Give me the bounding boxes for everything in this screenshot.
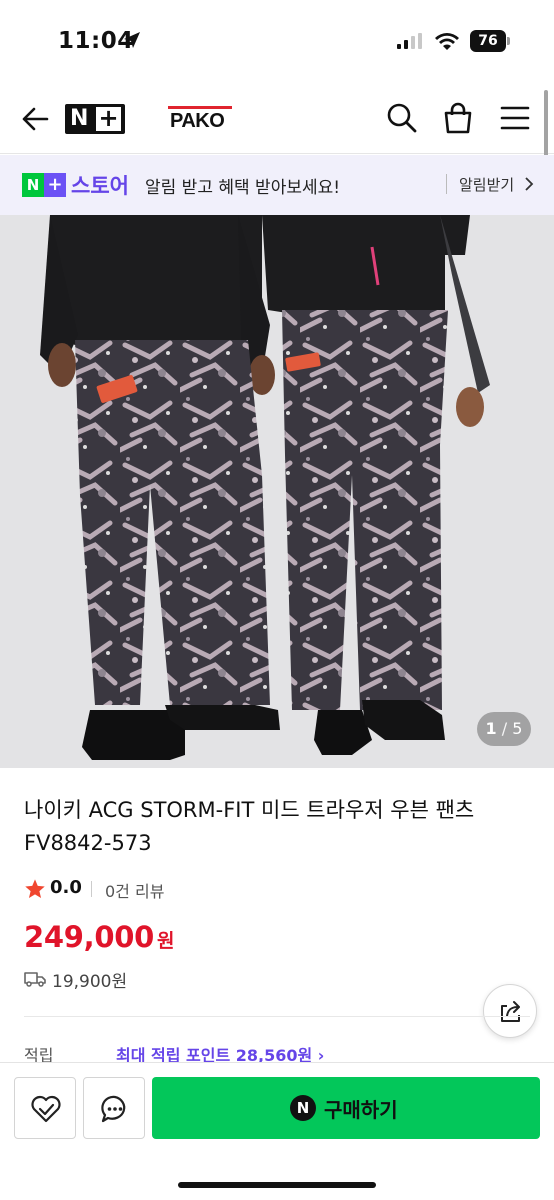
product-price: 249,000 원 (24, 920, 174, 954)
heart-check-icon (31, 1095, 61, 1123)
product-title: 나이키 ACG STORM-FIT 미드 트라우저 우븐 팬츠 FV8842-5… (24, 798, 475, 855)
wifi-icon (435, 33, 459, 50)
divider (24, 1016, 530, 1017)
chevron-right-icon[interactable] (524, 177, 534, 191)
talktalk-chat-button[interactable] (83, 1077, 145, 1139)
rating-score: 0.0 (50, 877, 82, 898)
store-brand-logo[interactable]: PAKO (168, 106, 232, 134)
location-arrow-icon (124, 32, 140, 48)
price-unit: 원 (157, 930, 175, 952)
store-name: 스토어 (71, 174, 129, 198)
price-amount: 249,000 (24, 920, 154, 954)
home-indicator[interactable] (178, 1182, 376, 1188)
chat-bubble-icon (101, 1095, 126, 1123)
shopping-bag-icon[interactable] (442, 101, 474, 135)
star-icon (25, 879, 45, 898)
share-button[interactable] (483, 984, 537, 1038)
cellular-signal-icon (397, 33, 422, 49)
battery-icon: 76 (470, 30, 510, 52)
naver-pay-badge: N (290, 1095, 316, 1121)
bottom-action-bar: N 구매하기 (0, 1062, 554, 1200)
shipping-fee: 19,900원 (52, 972, 128, 992)
product-photo-illustration (0, 215, 554, 768)
search-icon[interactable] (386, 102, 418, 134)
battery-level: 76 (470, 30, 506, 52)
back-arrow-icon[interactable] (20, 104, 50, 134)
wishlist-button[interactable] (14, 1077, 76, 1139)
product-image[interactable] (0, 215, 554, 768)
notification-subscribe-link[interactable]: 알림받기 (459, 174, 514, 195)
banner-message: 알림 받고 혜택 받아보세요! (145, 178, 341, 198)
naver-plus-store-logo: N + (22, 173, 66, 197)
share-icon (501, 1001, 520, 1022)
store-brand-name: PAKO (170, 110, 225, 132)
top-navigation: N+ N + PAKO (0, 84, 554, 154)
buy-now-label: 구매하기 (324, 1098, 398, 1122)
status-bar: 11:04 76 (0, 0, 554, 84)
store-notification-banner[interactable]: N + 스토어 알림 받고 혜택 받아보세요! 알림받기 (0, 155, 554, 215)
review-count[interactable]: 0건 리뷰 (105, 878, 164, 902)
naver-plus-logo[interactable]: N+ N + (65, 104, 125, 134)
hamburger-menu-icon[interactable] (500, 104, 530, 132)
buy-now-button[interactable]: N 구매하기 (152, 1077, 540, 1139)
image-page-counter: 1 / 5 (477, 712, 531, 746)
delivery-truck-icon (24, 972, 46, 987)
